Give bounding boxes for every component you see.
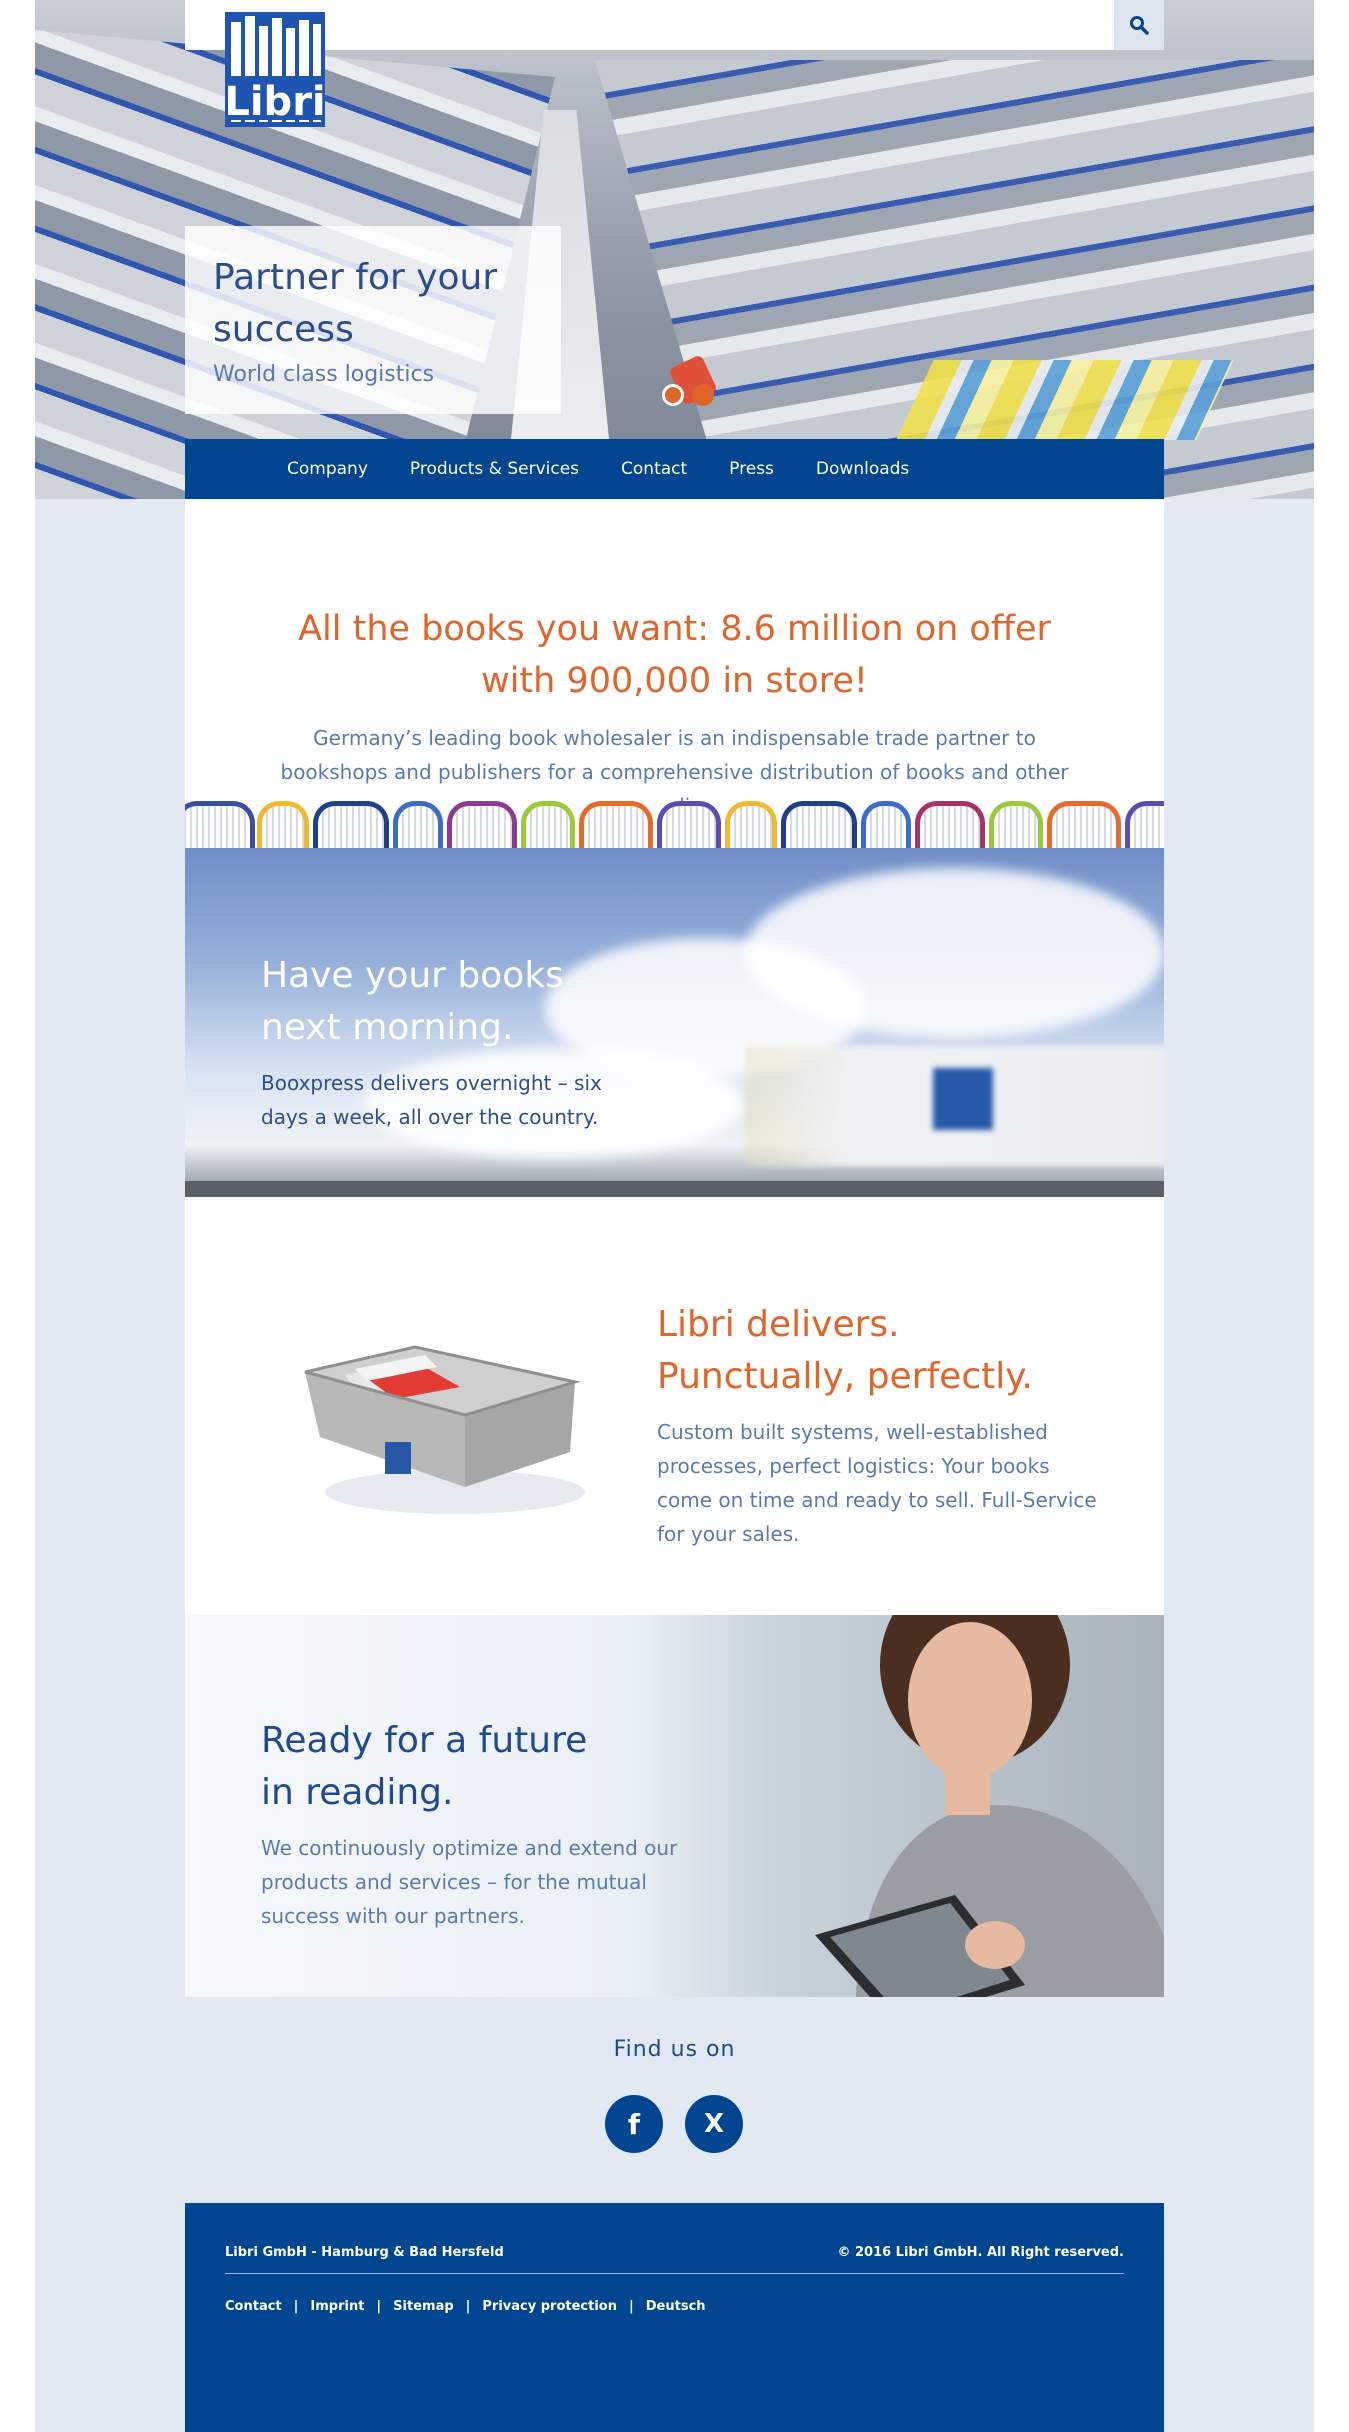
intro-title: All the books you want: 8.6 million on o…: [298, 609, 1051, 701]
road: [185, 1181, 1164, 1197]
nav-item-products-services[interactable]: Products & Services: [410, 459, 579, 479]
footer-links: Contact | Imprint | Sitemap | Privacy pr…: [225, 2299, 706, 2314]
footer-separator: |: [293, 2299, 299, 2314]
footer-copyright: © 2016 Libri GmbH. All Right reserved.: [837, 2245, 1124, 2260]
libri-logo[interactable]: Libri: [225, 12, 325, 127]
facebook-icon: f: [627, 2107, 641, 2141]
books-on-shelf: [896, 360, 1234, 440]
future-reading-banner[interactable]: Ready for a future in reading. We contin…: [185, 1615, 1164, 1997]
xing-icon: X: [703, 2109, 725, 2139]
footer-link-imprint[interactable]: Imprint: [310, 2299, 364, 2314]
search-icon: [1130, 16, 1149, 35]
footer-separator: |: [629, 2299, 634, 2314]
overnight-delivery-banner[interactable]: Have your books next morning. Booxpress …: [185, 848, 1164, 1197]
site-footer: Libri GmbH - Hamburg & Bad Hersfeld © 20…: [185, 2203, 1164, 2432]
future-title: Ready for a future in reading.: [261, 1720, 588, 1813]
footer-link-contact[interactable]: Contact: [225, 2299, 282, 2314]
future-text: We continuously optimize and extend our …: [261, 1836, 678, 1928]
xing-button[interactable]: X: [685, 2095, 743, 2153]
search-button[interactable]: [1114, 0, 1164, 50]
nav-item-company[interactable]: Company: [287, 459, 368, 479]
footer-link-deutsch[interactable]: Deutsch: [646, 2299, 706, 2314]
truck-title: Have your books next morning.: [261, 955, 564, 1048]
hero-subtitle: World class logistics: [213, 362, 435, 387]
nav-item-downloads[interactable]: Downloads: [816, 459, 909, 479]
nav-item-contact[interactable]: Contact: [621, 459, 687, 479]
find-us-heading: Find us on: [613, 2037, 736, 2062]
slider-dot-active[interactable]: [662, 384, 684, 406]
delivery-title: Libri delivers. Punctually, perfectly.: [657, 1304, 1033, 1397]
nav-item-press[interactable]: Press: [729, 459, 774, 479]
footer-company: Libri GmbH - Hamburg & Bad Hersfeld: [225, 2245, 504, 2260]
woman-with-tablet-image: [815, 1615, 1164, 1997]
slider-dot[interactable]: [692, 384, 714, 406]
delivery-text: Custom built systems, well-established p…: [657, 1420, 1097, 1546]
footer-separator: |: [465, 2299, 471, 2314]
footer-separator: |: [376, 2299, 382, 2314]
facebook-button[interactable]: f: [605, 2095, 663, 2153]
svg-text:Libri: Libri: [225, 79, 325, 125]
main-nav: Company Products & Services Contact Pres…: [185, 439, 1164, 499]
bin-border-decoration: [185, 801, 1164, 848]
footer-link-privacy[interactable]: Privacy protection: [482, 2299, 617, 2314]
intro-section: All the books you want: 8.6 million on o…: [185, 499, 1164, 818]
truck-text: Booxpress delivers overnight – six days …: [261, 1071, 602, 1129]
footer-divider: [225, 2273, 1124, 2274]
hero-caption: Partner for your success World class log…: [185, 226, 561, 414]
delivery-section: Libri delivers. Punctually, perfectly. Cu…: [185, 1197, 1164, 1615]
hero-title: Partner for your success: [213, 257, 498, 350]
footer-link-sitemap[interactable]: Sitemap: [393, 2299, 453, 2314]
libri-crate-image: [304, 1345, 585, 1514]
cloud: [745, 868, 1164, 1038]
delivery-truck-image: [745, 1046, 1164, 1166]
